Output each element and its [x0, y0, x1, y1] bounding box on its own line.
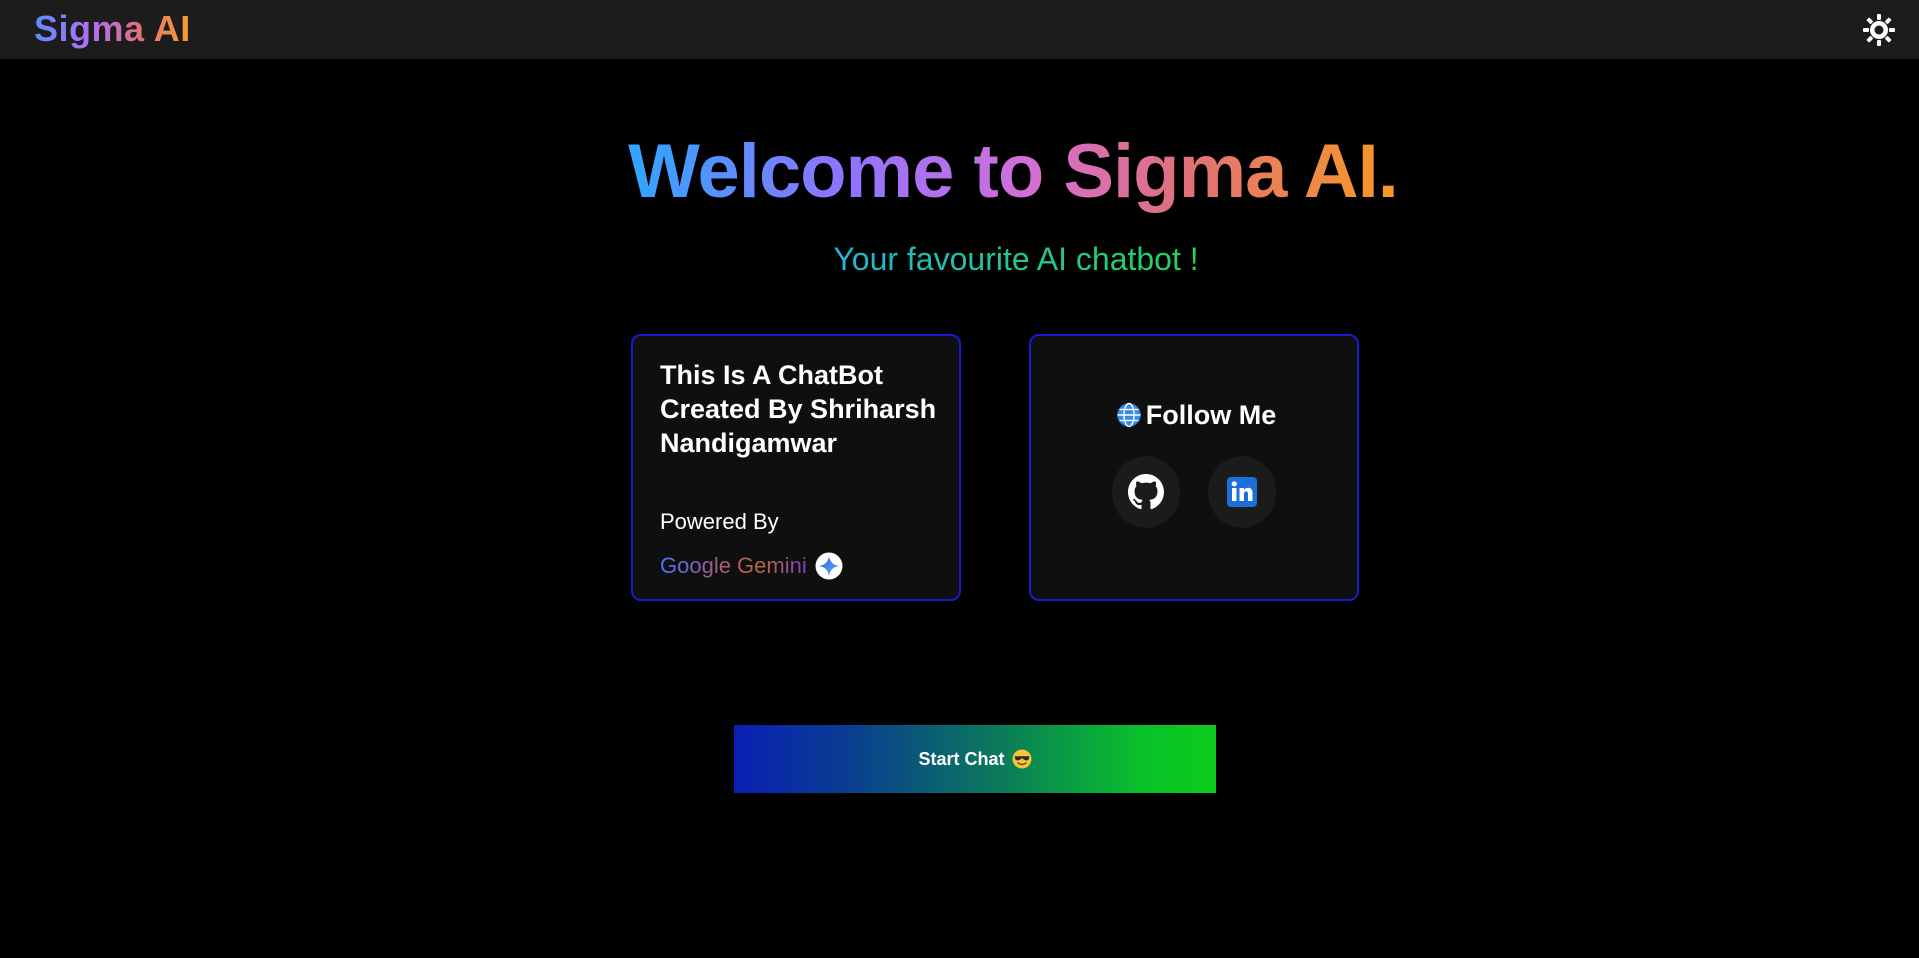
- tagline: Your favourite AI chatbot !: [0, 237, 1919, 281]
- start-chat-button[interactable]: Start Chat: [734, 725, 1216, 793]
- about-card: This Is A ChatBot Created By Shriharsh N…: [631, 334, 961, 601]
- gemini-star-icon: [815, 552, 843, 580]
- theme-toggle-button[interactable]: [1862, 13, 1896, 47]
- top-navbar: Sigma AI: [0, 0, 1919, 59]
- github-link[interactable]: [1112, 456, 1180, 528]
- powered-by-label: Powered By: [660, 509, 779, 534]
- sunglasses-face-icon: [1012, 749, 1031, 769]
- linkedin-link[interactable]: [1208, 456, 1276, 528]
- welcome-title-text: Welcome to Sigma AI.: [628, 129, 1399, 214]
- gemini-credit: Google Gemini: [660, 551, 843, 581]
- follow-heading-text: Follow Me: [1145, 400, 1277, 430]
- about-card-heading: This Is A ChatBot Created By Shriharsh N…: [660, 360, 937, 458]
- welcome-title: Welcome to Sigma AI.: [0, 128, 1919, 216]
- brand-logo-text[interactable]: Sigma AI: [34, 9, 191, 49]
- follow-card: Follow Me: [1029, 334, 1359, 601]
- github-icon: [1128, 474, 1164, 510]
- sun-icon: [1863, 14, 1895, 46]
- tagline-text: Your favourite AI chatbot !: [833, 241, 1199, 277]
- start-chat-label: Start Chat: [918, 748, 1005, 769]
- globe-icon: [1116, 402, 1141, 428]
- gemini-name: Google Gemini: [660, 553, 807, 578]
- linkedin-icon: [1227, 477, 1257, 507]
- follow-heading: Follow Me: [1031, 398, 1361, 432]
